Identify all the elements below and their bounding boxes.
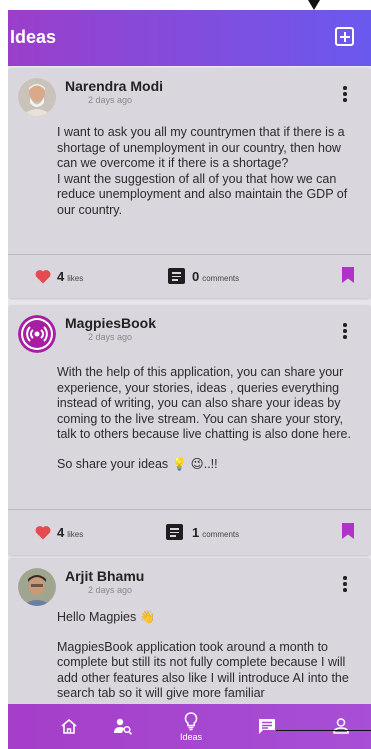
comments-label: comments bbox=[202, 530, 240, 539]
heart-icon[interactable] bbox=[35, 525, 51, 540]
pointer-line bbox=[276, 730, 371, 731]
comments-count[interactable]: 1 comments bbox=[192, 525, 239, 540]
nav-profile[interactable] bbox=[326, 704, 356, 749]
post-time: 2 days ago bbox=[88, 332, 133, 342]
comments-label: comments bbox=[202, 274, 240, 283]
nav-chat[interactable] bbox=[252, 704, 282, 749]
post-time: 2 days ago bbox=[88, 585, 133, 595]
post-body: I want to ask you all my countrymen that… bbox=[57, 125, 362, 233]
author-name[interactable]: MagpiesBook bbox=[65, 315, 156, 331]
post-card: Arjit Bhamu 2 days ago Hello Magpies 👋 M… bbox=[8, 558, 371, 718]
nav-search-user[interactable] bbox=[108, 704, 138, 749]
nav-ideas[interactable]: Ideas bbox=[170, 704, 212, 749]
heart-icon[interactable] bbox=[35, 269, 51, 284]
comments-count[interactable]: 0 comments bbox=[192, 269, 239, 284]
app-screen: Ideas Narendra Modi 2 days ago I want to… bbox=[8, 10, 371, 749]
top-arrow-marker bbox=[308, 0, 320, 10]
bottom-nav: Ideas bbox=[8, 704, 371, 749]
likes-count: 4 likes bbox=[57, 525, 83, 540]
post-paragraph: So share your ideas 💡 😉..!! bbox=[57, 456, 218, 471]
post-paragraph: MagpiesBook application took around a mo… bbox=[57, 639, 349, 701]
page-title: Ideas bbox=[10, 27, 57, 47]
nav-label-ideas: Ideas bbox=[179, 732, 203, 742]
home-icon bbox=[61, 718, 77, 734]
post-body: Hello Magpies 👋 MagpiesBook application … bbox=[57, 610, 362, 716]
post-card: Narendra Modi 2 days ago I want to ask y… bbox=[8, 68, 371, 298]
more-vert-icon[interactable] bbox=[341, 86, 349, 104]
divider bbox=[8, 509, 371, 510]
post-actions: 4 likes 1 comments bbox=[8, 517, 371, 547]
avatar[interactable] bbox=[18, 568, 56, 606]
more-vert-icon[interactable] bbox=[341, 323, 349, 341]
likes-label: likes bbox=[67, 274, 84, 283]
app-bar: Ideas bbox=[8, 10, 371, 66]
lightbulb-icon bbox=[184, 712, 198, 731]
profile-icon bbox=[333, 718, 349, 734]
post-paragraph: With the help of this application, you c… bbox=[57, 365, 351, 442]
comment-icon[interactable] bbox=[166, 524, 183, 540]
author-name[interactable]: Narendra Modi bbox=[65, 78, 163, 94]
bookmark-icon[interactable] bbox=[342, 267, 354, 283]
more-vert-icon[interactable] bbox=[341, 576, 349, 594]
post-paragraph: Hello Magpies 👋 bbox=[57, 610, 156, 624]
likes-count: 4 likes bbox=[57, 269, 83, 284]
comment-icon[interactable] bbox=[168, 268, 185, 284]
post-body: With the help of this application, you c… bbox=[57, 365, 362, 487]
likes-label: likes bbox=[67, 530, 84, 539]
post-actions: 4 likes 0 comments bbox=[8, 261, 371, 291]
post-time: 2 days ago bbox=[88, 95, 133, 105]
post-paragraph: I want to ask you all my countrymen that… bbox=[57, 125, 348, 217]
chat-icon bbox=[259, 719, 275, 734]
avatar[interactable] bbox=[18, 315, 56, 353]
likes-number: 4 bbox=[57, 525, 65, 540]
likes-number: 4 bbox=[57, 269, 65, 284]
comments-number: 0 bbox=[192, 269, 200, 284]
avatar[interactable] bbox=[18, 78, 56, 116]
search-user-icon bbox=[114, 718, 133, 735]
comments-number: 1 bbox=[192, 525, 200, 540]
post-card: MagpiesBook 2 days ago With the help of … bbox=[8, 305, 371, 555]
divider bbox=[8, 254, 371, 255]
bookmark-icon[interactable] bbox=[342, 523, 354, 539]
add-box-icon[interactable] bbox=[335, 27, 354, 46]
author-name[interactable]: Arjit Bhamu bbox=[65, 568, 144, 584]
nav-home[interactable] bbox=[54, 704, 84, 749]
